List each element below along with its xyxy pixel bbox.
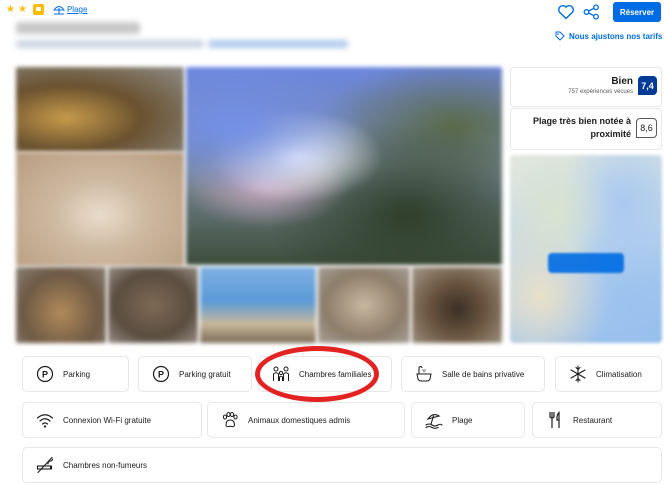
facility-beach[interactable]: Plage xyxy=(411,402,525,438)
review-count: 757 expériences vécues xyxy=(568,89,633,95)
gallery-photo[interactable] xyxy=(16,67,184,152)
snowflake-icon xyxy=(569,365,587,383)
facility-non-smoking-rooms[interactable]: Chambres non-fumeurs xyxy=(22,447,662,483)
facility-label: Salle de bains privative xyxy=(442,369,525,379)
map-preview[interactable] xyxy=(510,155,662,343)
beach-rating-badge: 8,6 xyxy=(636,118,657,138)
gallery-photo[interactable] xyxy=(16,152,184,266)
facility-label: Climatisation xyxy=(596,369,642,379)
location-link-redacted[interactable] xyxy=(208,40,348,48)
gallery-thumbnail[interactable] xyxy=(200,267,316,343)
star-rating: ★ ★ Plage xyxy=(6,4,87,15)
review-score-word: Bien xyxy=(611,76,633,87)
review-score-card[interactable]: Bien 757 expériences vécues 7,4 xyxy=(510,67,662,107)
facility-free-parking[interactable]: P Parking gratuit xyxy=(138,356,252,392)
facility-label: Connexion Wi-Fi gratuite xyxy=(63,415,152,425)
price-match-label: Nous ajustons nos tarifs xyxy=(569,31,663,41)
parking-icon: P xyxy=(152,365,170,383)
facility-label: Parking xyxy=(63,369,91,379)
thumbs-up-icon xyxy=(32,4,44,15)
gallery-thumbnail[interactable] xyxy=(108,267,198,343)
reserve-button[interactable]: Réserver xyxy=(613,2,661,22)
star-icon: ★ xyxy=(17,3,27,15)
bathtub-icon xyxy=(415,365,433,383)
restaurant-icon xyxy=(546,411,564,429)
tag-icon xyxy=(555,31,565,41)
facility-label: Animaux domestiques admis xyxy=(248,415,351,425)
beach-tag[interactable]: Plage xyxy=(52,4,88,15)
no-smoking-icon xyxy=(36,456,54,474)
facility-free-wifi[interactable]: Connexion Wi-Fi gratuite xyxy=(22,402,202,438)
price-match-link[interactable]: Nous ajustons nos tarifs xyxy=(555,31,662,41)
facility-label: Restaurant xyxy=(573,415,613,425)
gallery-thumbnail[interactable] xyxy=(318,267,410,343)
facility-air-conditioning[interactable]: Climatisation xyxy=(555,356,662,392)
svg-text:P: P xyxy=(158,370,164,380)
gallery-main-photo[interactable] xyxy=(186,67,502,265)
facility-private-bathroom[interactable]: Salle de bains privative xyxy=(401,356,545,392)
review-score-badge: 7,4 xyxy=(638,76,657,95)
facility-pets-allowed[interactable]: Animaux domestiques admis xyxy=(207,402,405,438)
heart-icon[interactable] xyxy=(557,4,575,20)
facility-label: Parking gratuit xyxy=(179,369,231,379)
show-on-map-button[interactable] xyxy=(548,253,624,273)
property-name-redacted xyxy=(16,22,140,34)
gallery-thumbnail[interactable] xyxy=(412,267,502,343)
star-icon: ★ xyxy=(6,3,15,15)
beach-rating-card[interactable]: Plage très bien notée à proximité 8,6 xyxy=(510,108,662,150)
beach-rating-label: Plage très bien notée à proximité xyxy=(532,116,631,139)
beach-icon xyxy=(425,411,443,429)
highlight-circle xyxy=(255,346,379,402)
address-redacted xyxy=(16,40,204,48)
paw-icon xyxy=(221,411,239,429)
facility-label: Chambres non-fumeurs xyxy=(63,460,148,470)
parking-icon: P xyxy=(36,365,54,383)
facility-parking[interactable]: P Parking xyxy=(22,356,129,392)
wifi-icon xyxy=(36,411,54,429)
beach-tag-label: Plage xyxy=(66,5,88,14)
share-icon[interactable] xyxy=(583,4,600,20)
umbrella-icon xyxy=(52,6,65,15)
svg-text:P: P xyxy=(42,370,48,380)
facility-label: Plage xyxy=(452,415,473,425)
facility-restaurant[interactable]: Restaurant xyxy=(532,402,662,438)
gallery-thumbnail[interactable] xyxy=(16,267,106,343)
